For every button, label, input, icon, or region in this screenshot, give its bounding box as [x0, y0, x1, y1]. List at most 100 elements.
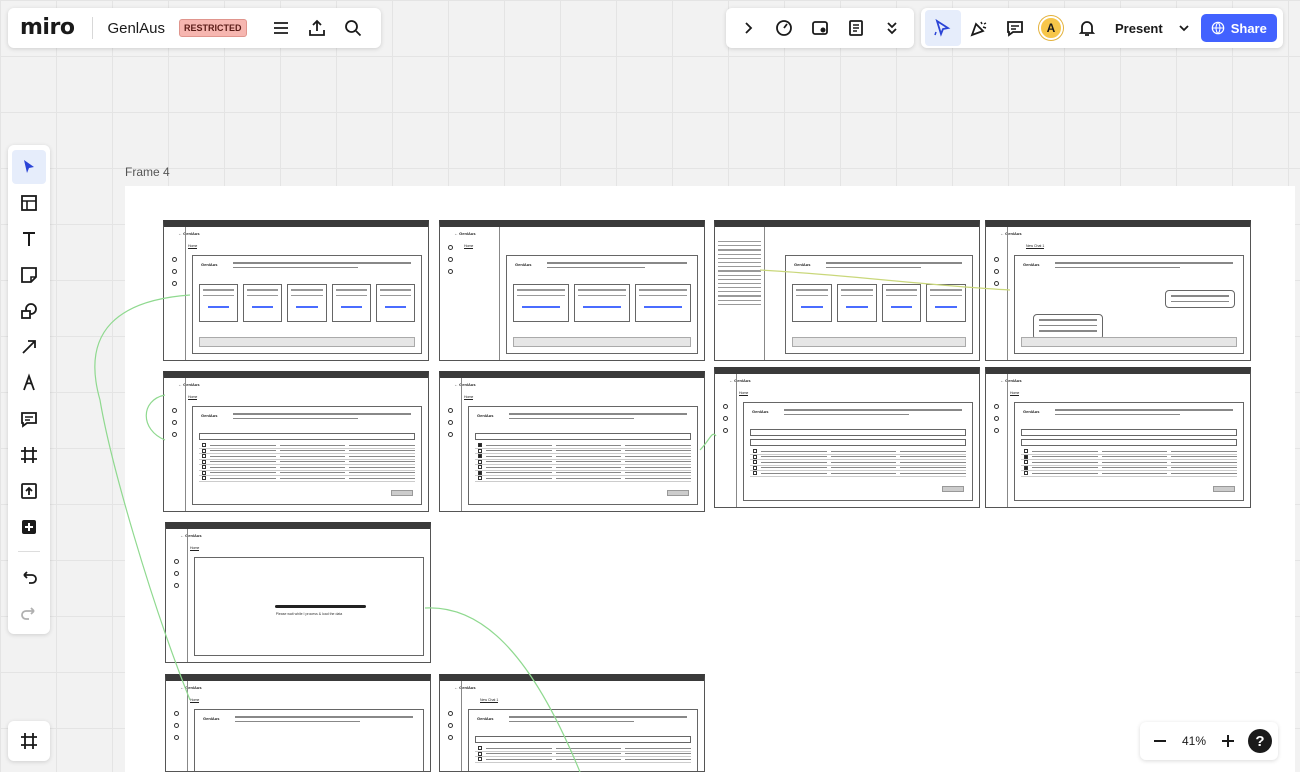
undo-icon[interactable] [12, 559, 46, 593]
wireframe-tab: Home [190, 698, 200, 703]
wireframe-chat-area: GenlAus [192, 406, 422, 505]
wireframe-ask-input [199, 337, 415, 347]
wireframe-sidebar [164, 378, 186, 511]
wireframe-home[interactable]: ← GenlAus Home GenlAus [163, 220, 429, 361]
wireframe-progress-text: Please wait while I process & load the d… [275, 612, 343, 617]
wireframe-chat-area: GenlAus [468, 406, 698, 505]
zoom-out-icon[interactable] [1146, 723, 1174, 759]
zoom-level[interactable]: 41% [1174, 734, 1214, 748]
avatar-initial: A [1039, 16, 1063, 40]
share-button[interactable]: Share [1200, 14, 1277, 42]
wireframe-chat-area: GenlAus [194, 709, 424, 771]
sticky-note-icon[interactable] [12, 258, 46, 292]
wireframe-loading-area: Please wait while I process & load the d… [194, 557, 424, 656]
reactions-icon[interactable] [961, 10, 997, 46]
share-label: Share [1230, 20, 1267, 36]
creation-toolbar [8, 145, 50, 634]
board-tools-bar [726, 8, 914, 48]
wireframe-sidebar [440, 681, 462, 771]
pen-icon[interactable] [12, 366, 46, 400]
comments-icon[interactable] [997, 10, 1033, 46]
collaboration-bar: A Present Share [921, 8, 1283, 48]
wireframe-tab: Home [1010, 391, 1020, 396]
menu-icon[interactable] [263, 10, 299, 46]
wireframe-new-chat[interactable]: ← GenlAus New Chat 1 GenlAus [985, 220, 1251, 361]
divider [18, 551, 40, 552]
user-avatar[interactable]: A [1033, 10, 1069, 46]
more-apps-icon[interactable] [12, 510, 46, 544]
wireframe-selected-files-chat[interactable]: ← GenlAus Home GenlAus [165, 674, 431, 772]
chevron-down-icon[interactable] [1173, 10, 1195, 46]
wireframe-greeting: GenlAus [515, 262, 532, 267]
wireframe-tab: Home [188, 395, 198, 400]
frame-tool-icon[interactable] [12, 438, 46, 472]
wireframe-chat-area: GenlAus [1014, 255, 1244, 354]
frame-label[interactable]: Frame 4 [125, 165, 170, 179]
wireframe-history-list [715, 227, 765, 360]
frames-panel-button[interactable] [8, 721, 50, 761]
help-icon[interactable]: ? [1248, 729, 1272, 753]
wireframe-greeting: GenlAus [201, 262, 218, 267]
cursor-pointer-icon[interactable] [925, 10, 961, 46]
timer-icon[interactable] [766, 10, 802, 46]
restricted-badge[interactable]: RESTRICTED [178, 19, 247, 37]
wireframe-greeting: GenlAus [794, 262, 811, 267]
wireframe-chat-area: GenlAus [506, 255, 698, 354]
wireframe-sidebar [986, 374, 1008, 507]
zoom-controls: 41% ? [1140, 722, 1278, 760]
chevron-double-down-icon[interactable] [874, 10, 910, 46]
wireframe-new-chat-files[interactable]: ← GenlAus New Chat 1 GenlAus [439, 674, 705, 772]
frames-icon [11, 723, 47, 759]
wireframe-ask-input [792, 337, 966, 347]
wireframe-chat-area: GenlAus [743, 402, 973, 501]
board-header: miro GenlAus RESTRICTED [8, 8, 381, 48]
wireframe-menu-open[interactable]: ← GenlAus Home GenlAus [439, 220, 705, 361]
wireframe-loading[interactable]: ← GenlAus Home Please wait while I proce… [165, 522, 431, 663]
wireframe-ask-input [513, 337, 691, 347]
wireframe-greeting: GenlAus [477, 716, 494, 721]
chevron-right-icon[interactable] [730, 10, 766, 46]
text-tool-icon[interactable] [12, 222, 46, 256]
select-tool-icon[interactable] [12, 150, 46, 184]
zoom-in-icon[interactable] [1214, 723, 1242, 759]
comment-tool-icon[interactable] [12, 402, 46, 436]
wireframe-file-select[interactable]: ← GenlAus Home GenlAus [163, 371, 429, 512]
wireframe-chat-area: GenlAus [192, 255, 422, 354]
export-icon[interactable] [299, 10, 335, 46]
wireframe-chat-area: GenlAus [785, 255, 973, 354]
wireframe-sidebar [164, 227, 186, 360]
present-button[interactable]: Present [1105, 21, 1173, 36]
wireframe-tab: Home [739, 391, 749, 396]
wireframe-audit-files-selected[interactable]: ← GenlAus Home GenlAus [985, 367, 1251, 508]
search-icon[interactable] [335, 10, 371, 46]
miro-logo[interactable]: miro [18, 15, 78, 42]
wireframe-tab: New Chat 1 [1026, 244, 1045, 249]
voting-icon[interactable] [802, 10, 838, 46]
wireframe-tab: Home [464, 395, 474, 400]
wireframe-sidebar [166, 681, 188, 771]
wireframe-file-selected[interactable]: ← GenlAus Home GenlAus [439, 371, 705, 512]
wireframe-tab: Home [188, 244, 198, 249]
wireframe-sidebar [440, 227, 500, 360]
globe-icon [1211, 21, 1225, 35]
wireframe-ask-input [1021, 337, 1237, 347]
wireframe-sidebar [715, 374, 737, 507]
templates-icon[interactable] [12, 186, 46, 220]
connector-arrow-icon[interactable] [12, 330, 46, 364]
wireframe-tab: New Chat 1 [480, 698, 499, 703]
wireframe-history[interactable]: GenlAus [714, 220, 980, 361]
upload-icon[interactable] [12, 474, 46, 508]
wireframe-chat-area: GenlAus [1014, 402, 1244, 501]
redo-icon[interactable] [12, 595, 46, 629]
bell-icon[interactable] [1069, 10, 1105, 46]
wireframe-greeting: GenlAus [477, 413, 494, 418]
wireframe-greeting: GenlAus [1023, 409, 1040, 414]
shapes-icon[interactable] [12, 294, 46, 328]
notes-icon[interactable] [838, 10, 874, 46]
wireframe-greeting: GenlAus [203, 716, 220, 721]
wireframe-sidebar [166, 529, 188, 662]
wireframe-sidebar [986, 227, 1008, 360]
wireframe-audit-files[interactable]: ← GenlAus Home GenlAus [714, 367, 980, 508]
wireframe-greeting: GenlAus [201, 413, 218, 418]
board-title[interactable]: GenlAus [107, 20, 165, 37]
